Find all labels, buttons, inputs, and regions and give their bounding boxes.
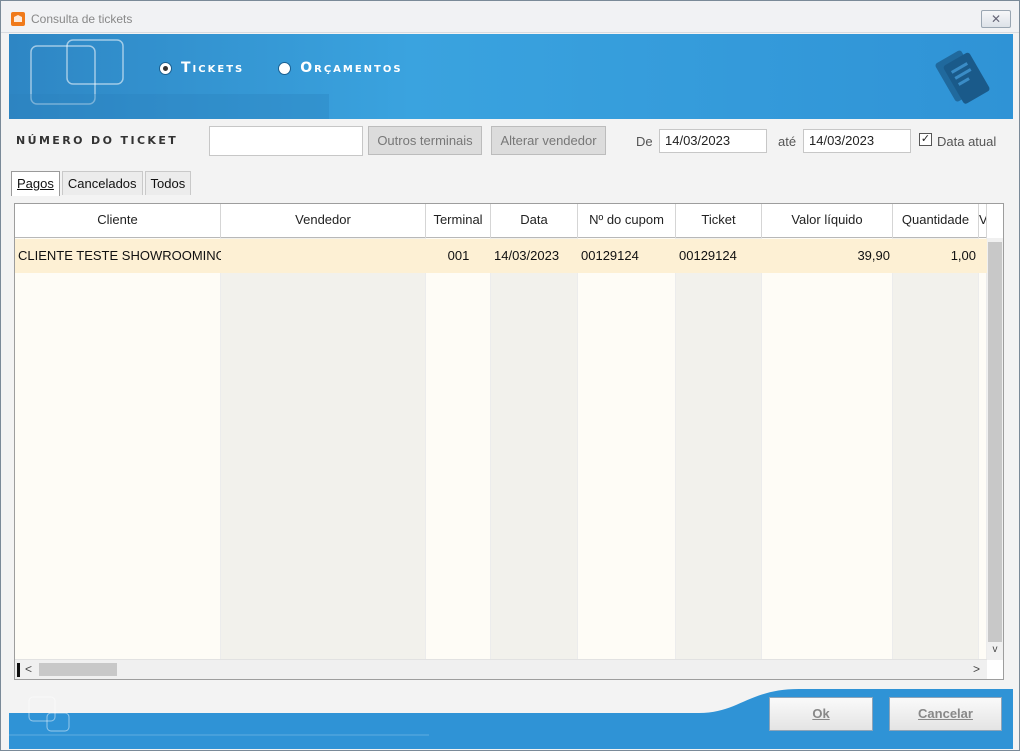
data-atual-checkbox[interactable]: ✓ xyxy=(919,133,932,146)
vertical-scrollbar[interactable]: v xyxy=(987,238,1003,660)
window-title: Consulta de tickets xyxy=(31,12,133,26)
radio-tickets[interactable]: Tickets xyxy=(159,60,244,76)
radio-unselected-icon[interactable] xyxy=(278,61,292,75)
title-bar: Consulta de tickets ✕ xyxy=(1,1,1019,33)
radio-tickets-label: Tickets xyxy=(181,60,245,76)
scroll-down-arrow-icon[interactable]: v xyxy=(987,644,1003,658)
alterar-vendedor-button[interactable]: Alterar vendedor xyxy=(491,126,606,155)
tab-todos[interactable]: Todos xyxy=(144,171,192,195)
to-date-label: até xyxy=(778,134,797,149)
filter-bar: NÚMERO DO TICKET Outros terminais Altera… xyxy=(9,121,1013,166)
scroll-position-marker xyxy=(17,663,20,677)
column-header-quantidade[interactable]: Quantidade xyxy=(893,204,979,238)
column-header-vendedor[interactable]: Vendedor xyxy=(221,204,426,238)
cell-cliente: CLIENTE TESTE SHOWROOMING TI xyxy=(18,248,221,263)
ticket-number-input[interactable] xyxy=(209,126,363,156)
column-header-data[interactable]: Data xyxy=(491,204,578,238)
from-date-input[interactable]: 14/03/2023 xyxy=(659,129,767,153)
cell-vendedor xyxy=(221,239,426,273)
radio-orcamentos-label: Orçamentos xyxy=(300,60,403,76)
cell-cupom: 00129124 xyxy=(581,248,639,263)
grid-column-bg xyxy=(15,238,221,659)
column-header-terminal[interactable]: Terminal xyxy=(426,204,491,238)
header-banner: Tickets Orçamentos xyxy=(9,34,1013,119)
horizontal-scroll-thumb[interactable] xyxy=(39,663,117,676)
scroll-right-arrow-icon[interactable]: > xyxy=(973,662,980,676)
scroll-left-arrow-icon[interactable]: < xyxy=(25,662,32,676)
grid-column-bg xyxy=(893,238,979,659)
to-date-input[interactable]: 14/03/2023 xyxy=(803,129,911,153)
ok-button[interactable]: Ok xyxy=(769,697,873,731)
tab-pagos[interactable]: Pagos xyxy=(11,171,60,196)
documents-icon xyxy=(935,50,990,104)
mode-radio-group: Tickets Orçamentos xyxy=(159,60,403,76)
cell-data: 14/03/2023 xyxy=(494,248,560,263)
cell-quantidade: 1,00 xyxy=(950,248,976,263)
column-header-v[interactable]: V xyxy=(979,204,987,238)
column-header-ticket[interactable]: Ticket xyxy=(676,204,762,238)
grid-column-bg xyxy=(578,238,676,659)
tickets-grid: Cliente Vendedor Terminal Data Nº do cup… xyxy=(14,203,1004,680)
cell-terminal: 001 xyxy=(447,248,470,263)
cancel-button[interactable]: Cancelar xyxy=(889,697,1002,731)
tab-cancelados[interactable]: Cancelados xyxy=(61,171,143,195)
cell-ticket: 00129124 xyxy=(679,248,737,263)
from-date-label: De xyxy=(636,134,653,149)
grid-column-bg xyxy=(762,238,893,659)
column-header-cupom[interactable]: Nº do cupom xyxy=(578,204,676,238)
close-button[interactable]: ✕ xyxy=(981,10,1011,28)
grid-column-bg xyxy=(426,238,491,659)
vertical-scroll-thumb[interactable] xyxy=(988,242,1002,642)
outros-terminais-button[interactable]: Outros terminais xyxy=(368,126,482,155)
table-row[interactable]: CLIENTE TESTE SHOWROOMING TI 001 14/03/2… xyxy=(15,239,987,273)
grid-column-bg xyxy=(491,238,578,659)
data-atual-label: Data atual xyxy=(937,134,997,149)
status-tabs: Pagos Cancelados Todos xyxy=(11,171,193,196)
grid-column-bg xyxy=(221,238,426,659)
decorative-squares-icon xyxy=(9,39,329,119)
app-icon xyxy=(11,12,25,26)
cell-valor-liquido: 39,90 xyxy=(857,248,890,263)
grid-column-bg xyxy=(979,238,987,659)
footer-bar: Ok Cancelar xyxy=(9,689,1013,749)
consulta-tickets-window: Consulta de tickets ✕ Tickets Orçamentos xyxy=(0,0,1020,751)
horizontal-scrollbar[interactable]: < > xyxy=(15,659,987,679)
radio-selected-icon[interactable] xyxy=(159,61,172,75)
column-header-valor-liquido[interactable]: Valor líquido xyxy=(762,204,893,238)
column-header-cliente[interactable]: Cliente xyxy=(15,204,221,238)
radio-orcamentos[interactable]: Orçamentos xyxy=(278,60,402,76)
grid-header: Cliente Vendedor Terminal Data Nº do cup… xyxy=(15,204,987,238)
grid-column-bg xyxy=(676,238,762,659)
ticket-number-label: NÚMERO DO TICKET xyxy=(16,134,179,147)
grid-body xyxy=(15,238,987,659)
